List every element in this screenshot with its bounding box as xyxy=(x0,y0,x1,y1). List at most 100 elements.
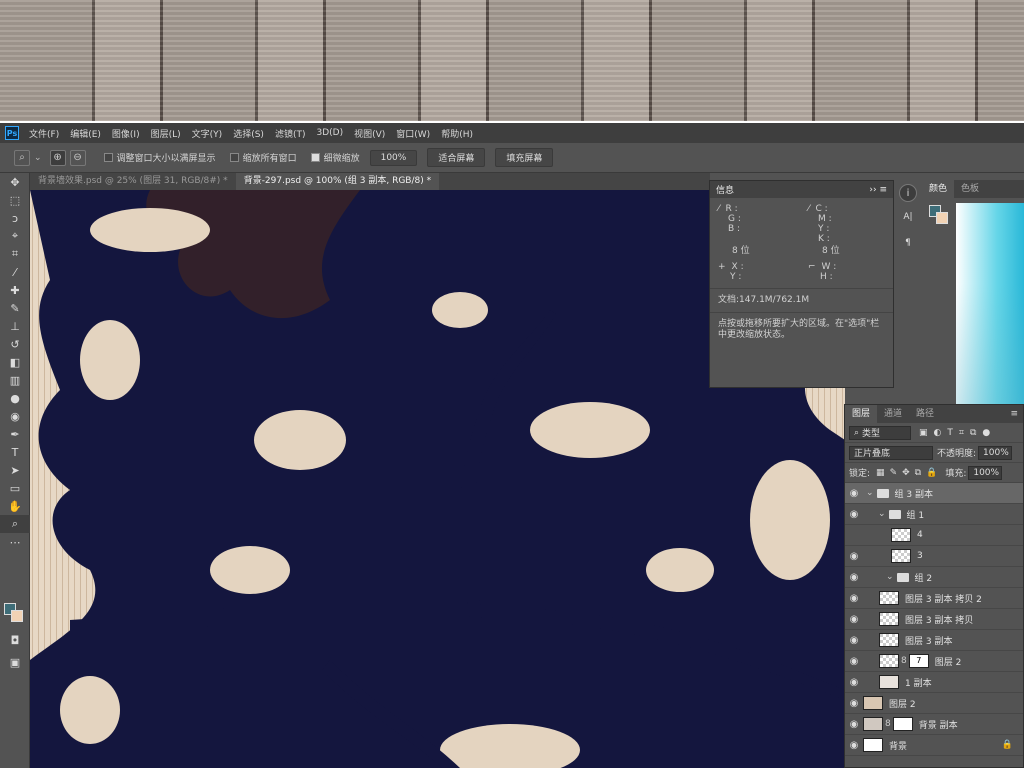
zoom-tool-icon[interactable]: ⌕ xyxy=(14,149,30,166)
eye-icon[interactable]: ◉ xyxy=(845,614,863,625)
history-brush-icon[interactable]: ↺ xyxy=(0,335,30,353)
hand-tool-icon[interactable]: ✋ xyxy=(0,497,30,515)
eye-icon[interactable]: ◉ xyxy=(845,719,863,730)
eye-icon[interactable]: ◉ xyxy=(845,656,863,667)
filter-smart-icon[interactable]: ⧉ xyxy=(970,428,976,438)
info-panel-icon[interactable]: i xyxy=(899,184,917,202)
layer-row-layer3[interactable]: ◉ 图层 3 副本 xyxy=(845,630,1023,651)
checkbox-box[interactable] xyxy=(103,153,113,162)
checkbox-box[interactable] xyxy=(229,153,239,162)
resize-windows-checkbox[interactable]: 调整窗口大小以满屏显示 xyxy=(103,151,216,164)
tab-channels[interactable]: 通道 xyxy=(877,405,909,423)
menu-filter[interactable]: 滤镜(T) xyxy=(275,127,306,140)
dodge-tool-icon[interactable]: ◉ xyxy=(0,407,30,425)
menu-select[interactable]: 选择(S) xyxy=(233,127,264,140)
layer-row-group1[interactable]: ◉ ⌄ 组 1 xyxy=(845,504,1023,525)
eye-icon[interactable]: ◉ xyxy=(845,635,863,646)
menu-edit[interactable]: 编辑(E) xyxy=(70,127,101,140)
lock-position-icon[interactable]: ✥ xyxy=(902,468,910,478)
chevron-down-icon[interactable]: ⌄ xyxy=(878,509,886,519)
path-select-tool-icon[interactable]: ➤ xyxy=(0,461,30,479)
color-bg-swatch[interactable] xyxy=(936,212,948,224)
opacity-input[interactable]: 100% xyxy=(978,445,1013,460)
menu-window[interactable]: 窗口(W) xyxy=(396,127,430,140)
fill-screen-button[interactable]: 填充屏幕 xyxy=(495,148,554,167)
checkbox-box[interactable] xyxy=(310,153,320,162)
tab-background-297[interactable]: 背景-297.psd @ 100% (组 3 副本, RGB/8) * xyxy=(235,173,440,190)
chevron-down-icon[interactable]: ⌄ xyxy=(34,153,42,163)
zoom-in-icon[interactable]: ⊕ xyxy=(49,149,66,166)
shape-tool-icon[interactable]: ▭ xyxy=(0,479,30,497)
menu-file[interactable]: 文件(F) xyxy=(29,127,59,140)
healing-tool-icon[interactable]: ✚ xyxy=(0,281,30,299)
color-spectrum-picker[interactable] xyxy=(956,203,1024,405)
menu-type[interactable]: 文字(Y) xyxy=(192,127,223,140)
zoom-all-checkbox[interactable]: 缩放所有窗口 xyxy=(229,151,297,164)
eye-icon[interactable]: ◉ xyxy=(845,698,863,709)
marquee-tool-icon[interactable]: ⬚ xyxy=(0,191,30,209)
paragraph-panel-icon[interactable]: ¶ xyxy=(897,232,919,254)
zoom-out-icon[interactable]: ⊖ xyxy=(69,149,86,166)
stamp-tool-icon[interactable]: ⊥ xyxy=(0,317,30,335)
menu-help[interactable]: 帮助(H) xyxy=(441,127,473,140)
eye-icon[interactable]: ◉ xyxy=(845,509,863,520)
tab-swatches[interactable]: 色板 xyxy=(954,180,986,198)
blur-tool-icon[interactable]: ● xyxy=(0,389,30,407)
fill-input[interactable]: 100% xyxy=(968,465,1003,480)
chevron-right-icon[interactable]: ⌄ xyxy=(886,572,894,582)
panel-collapse-icon[interactable]: ›› ≡ xyxy=(869,185,887,195)
fit-screen-button[interactable]: 适合屏幕 xyxy=(427,148,486,167)
layer-row-layer2[interactable]: ◉ 图层 2 xyxy=(845,693,1023,714)
layer-row-background-copy[interactable]: ◉ 8 背景 副本 xyxy=(845,714,1023,735)
layer-mask-thumbnail[interactable]: 7 xyxy=(908,654,929,668)
eye-icon[interactable]: ◉ xyxy=(845,488,863,499)
layer-row-1-copy[interactable]: ◉ 1 副本 xyxy=(845,672,1023,693)
eraser-tool-icon[interactable]: ◧ xyxy=(0,353,30,371)
lock-pixels-icon[interactable]: ✎ xyxy=(890,468,898,478)
brush-tool-icon[interactable]: ✎ xyxy=(0,299,30,317)
quick-select-tool-icon[interactable]: ⌖ xyxy=(0,227,30,245)
layer-row-3[interactable]: ◉ 3 xyxy=(845,546,1023,567)
eye-icon[interactable]: ◉ xyxy=(845,677,863,688)
pen-tool-icon[interactable]: ✒ xyxy=(0,425,30,443)
eye-icon[interactable]: ◉ xyxy=(845,740,863,751)
character-panel-icon[interactable]: A| xyxy=(897,206,919,228)
filter-shape-icon[interactable]: ⌗ xyxy=(959,428,964,438)
layer-row-layer3-copy[interactable]: ◉ 图层 3 副本 拷贝 xyxy=(845,609,1023,630)
filter-adjust-icon[interactable]: ◐ xyxy=(934,428,942,438)
layer-mask-thumbnail[interactable] xyxy=(892,717,913,731)
layer-row-layer3-copy-2[interactable]: ◉ 图层 3 副本 拷贝 2 xyxy=(845,588,1023,609)
layer-row-4[interactable]: 4 xyxy=(845,525,1023,546)
tab-wall-effect[interactable]: 背景墙效果.psd @ 25% (图层 31, RGB/8#) * xyxy=(30,173,236,190)
menu-image[interactable]: 图像(I) xyxy=(112,127,140,140)
screen-mode-icon[interactable]: ▣ xyxy=(0,653,30,671)
tab-paths[interactable]: 路径 xyxy=(909,405,941,423)
layer-row-layer2-masked[interactable]: ◉ 8 7 图层 2 xyxy=(845,651,1023,672)
tab-layers[interactable]: 图层 xyxy=(845,405,878,423)
panel-menu-icon[interactable]: ≡ xyxy=(1005,405,1023,423)
scrubby-zoom-checkbox[interactable]: 细微缩放 xyxy=(310,151,360,164)
quick-mask-icon[interactable]: ◘ xyxy=(0,631,30,649)
lock-transparent-icon[interactable]: ▦ xyxy=(876,468,885,478)
filter-type-icon[interactable]: T xyxy=(947,428,953,438)
layer-row-group3-copy[interactable]: ◉ ⌄ 组 3 副本 xyxy=(845,483,1023,504)
background-color-swatch[interactable] xyxy=(11,610,23,622)
menu-layer[interactable]: 图层(L) xyxy=(151,127,181,140)
menu-view[interactable]: 视图(V) xyxy=(354,127,385,140)
layer-kind-filter[interactable]: ⌕ 类型 xyxy=(849,425,911,440)
lasso-tool-icon[interactable]: ↄ xyxy=(0,209,30,227)
lock-all-icon[interactable]: 🔒 xyxy=(926,468,937,478)
layer-row-group2[interactable]: ◉ ⌄ 组 2 xyxy=(845,567,1023,588)
crop-tool-icon[interactable]: ⌗ xyxy=(0,245,30,263)
gradient-tool-icon[interactable]: ▥ xyxy=(0,371,30,389)
eyedropper-tool-icon[interactable]: ⁄ xyxy=(0,263,30,281)
zoom-100-button[interactable]: 100% xyxy=(369,149,418,166)
blend-mode-select[interactable]: 正片叠底 xyxy=(849,445,933,460)
eye-icon[interactable]: ◉ xyxy=(845,572,863,583)
lock-artboard-icon[interactable]: ⧉ xyxy=(915,468,921,478)
eye-icon[interactable]: ◉ xyxy=(845,551,863,562)
move-tool-icon[interactable]: ✥ xyxy=(0,173,30,191)
zoom-tool-icon[interactable]: ⌕ xyxy=(0,515,30,533)
chevron-down-icon[interactable]: ⌄ xyxy=(866,488,874,498)
menu-3d[interactable]: 3D(D) xyxy=(316,128,343,138)
